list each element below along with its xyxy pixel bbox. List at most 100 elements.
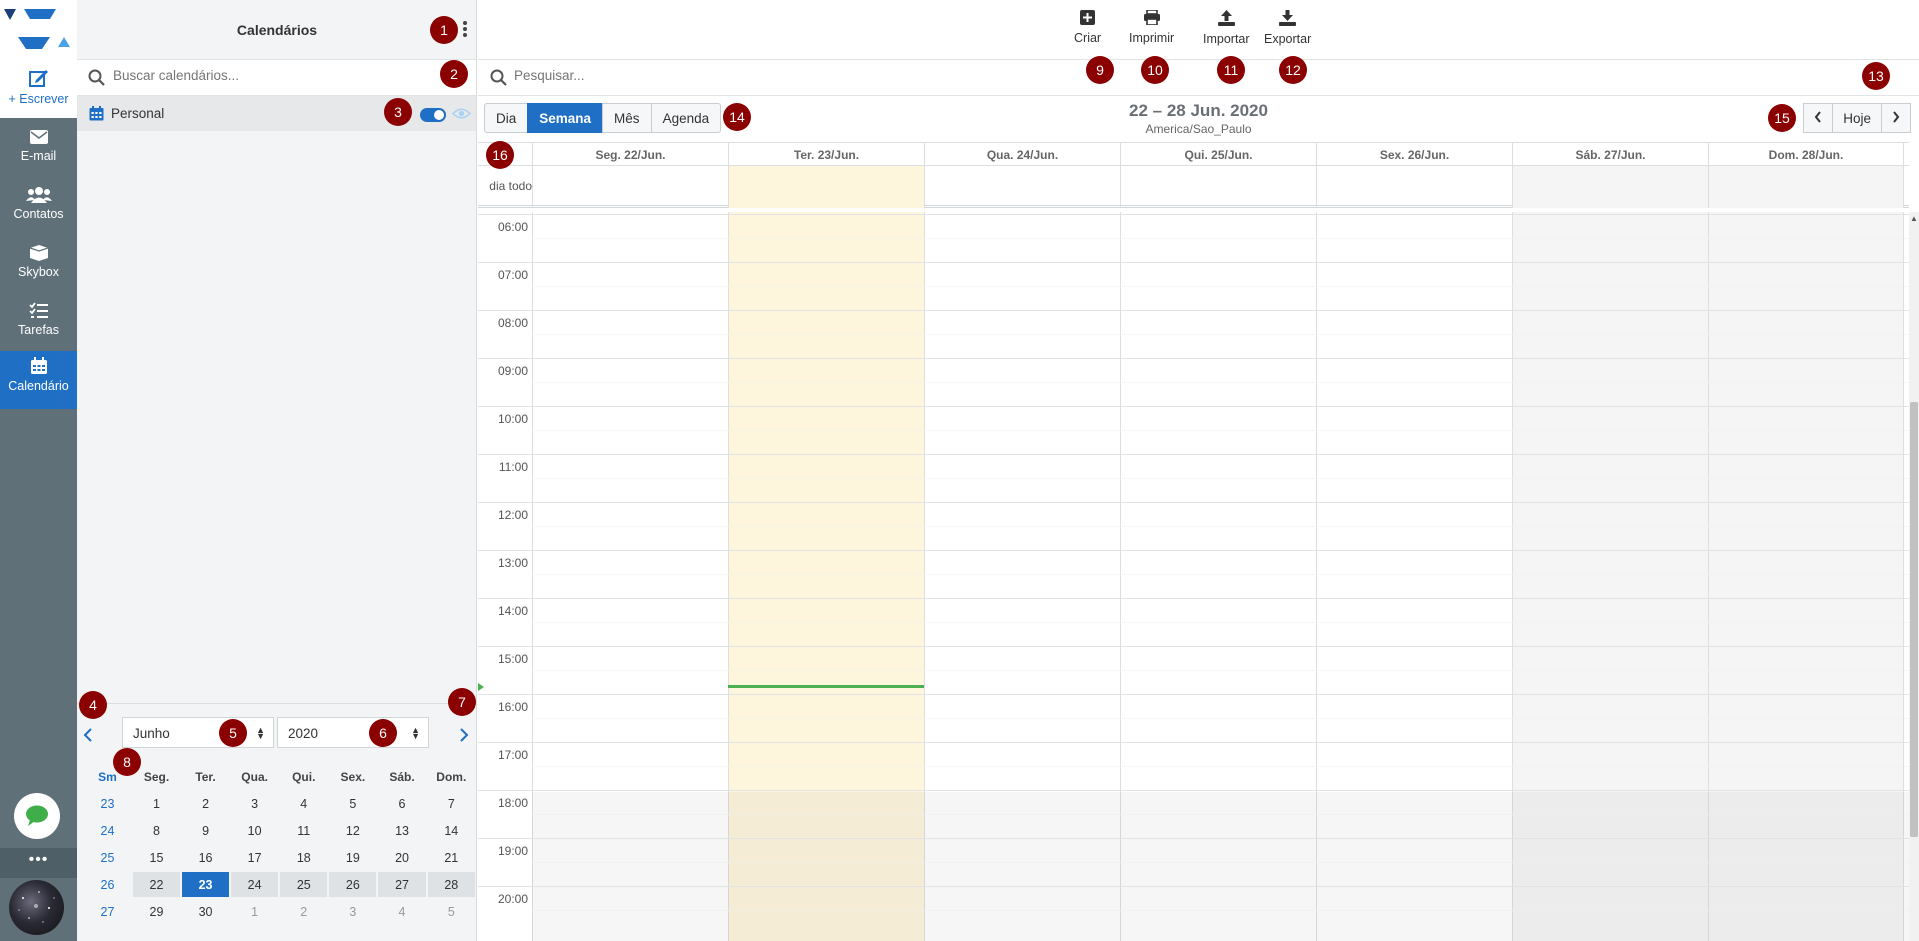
day-header[interactable]: Ter. 23/Jun. <box>728 143 924 167</box>
export-button[interactable]: Exportar <box>1264 10 1311 46</box>
week-number[interactable]: 27 <box>84 899 131 924</box>
mini-day[interactable]: 2 <box>182 791 229 816</box>
mini-day[interactable]: 20 <box>378 845 425 870</box>
week-number[interactable]: 26 <box>84 872 131 897</box>
prev-week-button[interactable] <box>1803 103 1834 133</box>
create-button[interactable]: Criar <box>1074 10 1101 45</box>
mini-day[interactable]: 13 <box>378 818 425 843</box>
avatar[interactable] <box>9 880 64 935</box>
chevron-left-icon <box>1814 111 1822 123</box>
mini-day[interactable]: 4 <box>378 899 425 924</box>
mini-day[interactable]: 14 <box>428 818 475 843</box>
mini-day[interactable]: 26 <box>329 872 377 897</box>
mini-day[interactable]: 16 <box>182 845 229 870</box>
today-button[interactable]: Hoje <box>1832 103 1882 133</box>
mini-day[interactable]: 1 <box>133 791 180 816</box>
day-header[interactable]: Sex. 26/Jun. <box>1316 143 1512 167</box>
month-select[interactable]: Junho ▲ ▼ <box>122 717 274 748</box>
next-week-button[interactable] <box>1881 103 1911 133</box>
week-number[interactable]: 25 <box>84 845 131 870</box>
day-header[interactable]: Sáb. 27/Jun. <box>1512 143 1708 167</box>
mini-day[interactable]: 29 <box>133 899 180 924</box>
all-day-cell[interactable] <box>1708 166 1904 208</box>
calendar-toggle[interactable] <box>420 108 446 122</box>
mini-day[interactable]: 10 <box>231 818 278 843</box>
rail-item-skybox[interactable]: Skybox <box>0 241 77 296</box>
search-icon <box>88 69 105 86</box>
mini-day[interactable]: 15 <box>133 845 180 870</box>
mini-day[interactable]: 24 <box>231 872 279 897</box>
mini-day[interactable]: 28 <box>427 872 475 897</box>
mini-day[interactable]: 5 <box>428 899 475 924</box>
event-search-input[interactable] <box>514 68 1114 83</box>
mini-day[interactable]: 17 <box>231 845 278 870</box>
scroll-up-icon[interactable]: ▲ <box>1910 214 1918 223</box>
mini-day[interactable]: 9 <box>182 818 229 843</box>
mini-day[interactable]: 8 <box>133 818 180 843</box>
mini-day[interactable]: 22 <box>132 872 181 897</box>
marker-badge: 15 <box>1768 104 1796 132</box>
half-hour-line <box>532 382 1909 383</box>
calendar-search-input[interactable] <box>113 68 413 83</box>
mini-day[interactable]: 1 <box>231 899 278 924</box>
view-week-button[interactable]: Semana <box>527 103 604 133</box>
half-hour-line <box>532 910 1909 911</box>
chat-button[interactable] <box>14 793 60 839</box>
rail-item-tasks[interactable]: Tarefas <box>0 299 77 354</box>
mini-day[interactable]: 27 <box>378 872 426 897</box>
all-day-cell[interactable] <box>1120 166 1316 208</box>
mini-next-month-button[interactable] <box>459 726 469 747</box>
rail-item-email[interactable]: E-mail <box>0 125 77 180</box>
mini-day[interactable]: 12 <box>329 818 376 843</box>
all-day-cell[interactable] <box>924 166 1120 208</box>
mini-day[interactable]: 21 <box>428 845 475 870</box>
mini-day[interactable]: 4 <box>280 791 327 816</box>
mini-day[interactable]: 18 <box>280 845 327 870</box>
chevron-left-icon <box>83 728 92 742</box>
mini-day[interactable]: 19 <box>329 845 376 870</box>
half-hour-line <box>532 718 1909 719</box>
scrollbar-thumb[interactable] <box>1910 402 1918 837</box>
view-day-button[interactable]: Dia <box>484 103 529 133</box>
time-grid[interactable]: 06:00 07:00 08:00 09:00 10:00 11:00 12:00 13:00… <box>478 212 1909 941</box>
rail-item-calendar[interactable]: Calendário <box>0 351 77 409</box>
mini-day[interactable]: 11 <box>280 818 327 843</box>
mini-day[interactable]: 7 <box>428 791 475 816</box>
mini-day-today[interactable]: 23 <box>182 872 230 897</box>
year-select[interactable]: 2020 ▲ ▼ <box>277 717 429 748</box>
compose-button[interactable]: + Escrever <box>0 60 77 118</box>
day-header[interactable]: Dom. 28/Jun. <box>1708 143 1904 167</box>
all-day-cell[interactable] <box>1316 166 1512 208</box>
mini-day[interactable]: 25 <box>280 872 328 897</box>
calendar-item-personal[interactable]: Personal <box>77 96 476 131</box>
mini-day[interactable]: 6 <box>378 791 425 816</box>
mini-day[interactable]: 30 <box>182 899 229 924</box>
kebab-menu-icon[interactable] <box>461 20 469 40</box>
week-number[interactable]: 23 <box>84 791 131 816</box>
hour-line <box>478 886 1909 887</box>
mini-day[interactable]: 2 <box>280 899 327 924</box>
week-number[interactable]: 24 <box>84 818 131 843</box>
import-button[interactable]: Importar <box>1203 10 1250 46</box>
eye-icon[interactable] <box>452 107 471 120</box>
all-day-cell[interactable] <box>1512 166 1708 208</box>
rail-item-contacts[interactable]: Contatos <box>0 183 77 238</box>
more-apps-button[interactable]: ••• <box>0 848 77 878</box>
all-day-cell[interactable] <box>532 166 728 208</box>
view-month-button[interactable]: Mês <box>602 103 652 133</box>
mini-day[interactable]: 3 <box>231 791 278 816</box>
grid-scrollbar[interactable]: ▲ <box>1909 212 1919 941</box>
marker-badge: 13 <box>1862 62 1890 90</box>
mini-day[interactable]: 3 <box>329 899 376 924</box>
day-header[interactable]: Qua. 24/Jun. <box>924 143 1120 167</box>
all-day-row[interactable]: dia todo <box>478 166 1909 208</box>
all-day-cell[interactable] <box>728 166 924 208</box>
mini-prev-month-button[interactable] <box>83 726 93 747</box>
mini-day[interactable]: 5 <box>329 791 376 816</box>
print-button[interactable]: Imprimir <box>1129 10 1174 45</box>
hour-label: 06:00 <box>497 220 528 234</box>
marker-badge: 10 <box>1141 56 1169 84</box>
day-header[interactable]: Seg. 22/Jun. <box>532 143 728 167</box>
view-agenda-button[interactable]: Agenda <box>650 103 722 133</box>
day-header[interactable]: Qui. 25/Jun. <box>1120 143 1316 167</box>
